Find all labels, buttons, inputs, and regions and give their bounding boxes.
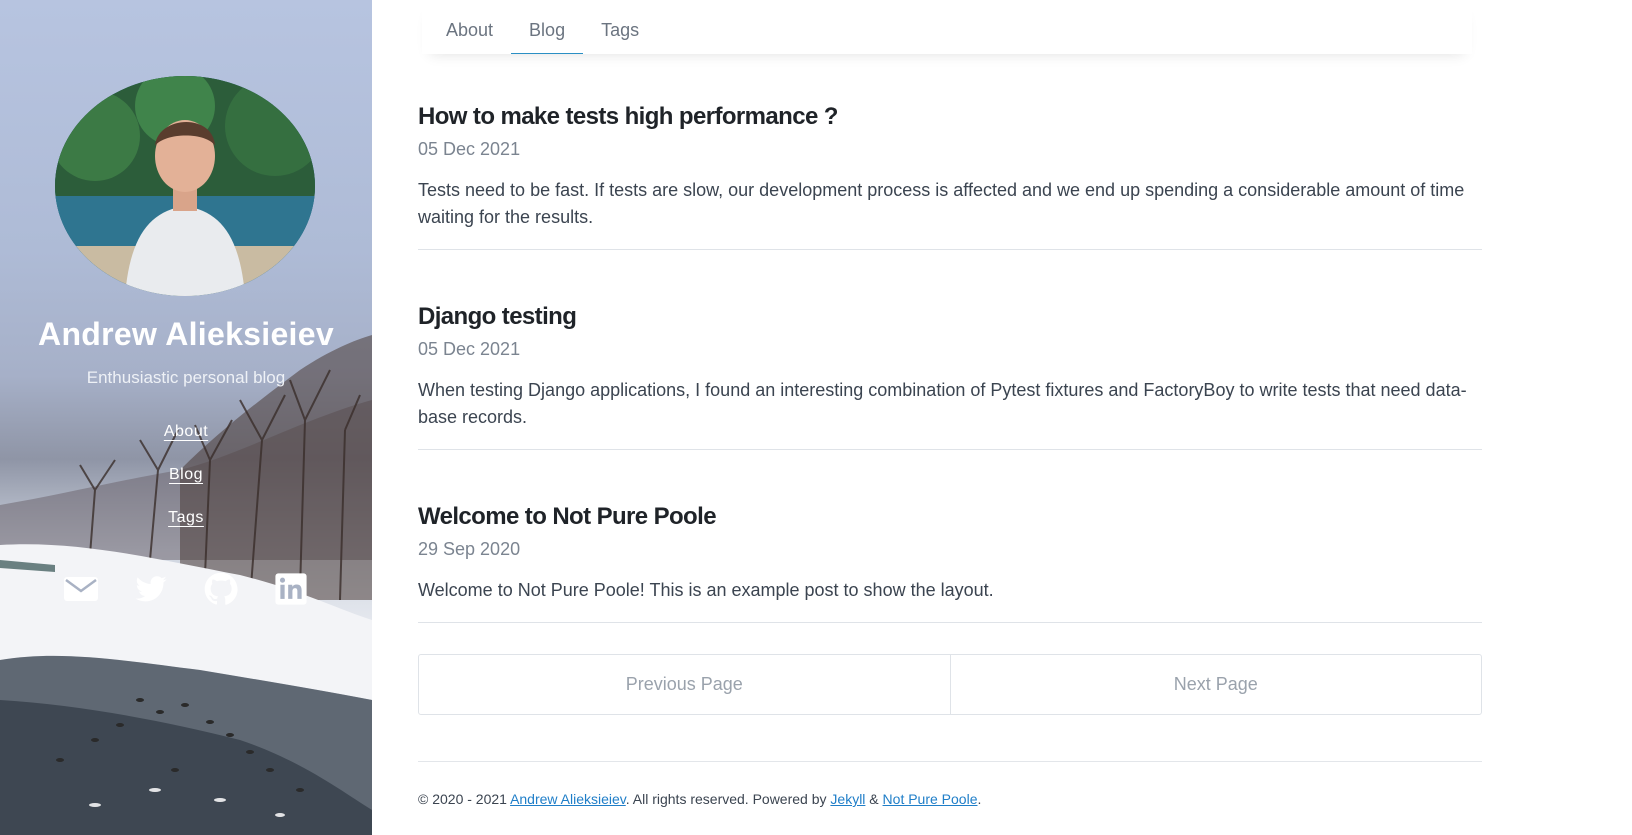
tab-blog[interactable]: Blog bbox=[511, 0, 584, 54]
tab-tags[interactable]: Tags bbox=[583, 0, 657, 54]
github-icon[interactable] bbox=[202, 572, 240, 606]
pagination: Previous Page Next Page bbox=[418, 654, 1482, 715]
footer-amp: & bbox=[865, 791, 883, 807]
footer-jekyll-link[interactable]: Jekyll bbox=[830, 791, 865, 807]
next-page-button[interactable]: Next Page bbox=[949, 655, 1482, 714]
sidebar-item-blog[interactable]: Blog bbox=[0, 463, 372, 506]
previous-page-button[interactable]: Previous Page bbox=[419, 655, 950, 714]
footer-end: . bbox=[977, 791, 982, 807]
footer-divider bbox=[418, 761, 1482, 762]
footer-author-link[interactable]: Andrew Alieksieiev bbox=[510, 791, 626, 807]
avatar bbox=[55, 76, 315, 296]
sidebar-nav: About Blog Tags bbox=[0, 420, 372, 549]
site-tagline: Enthusiastic personal blog bbox=[86, 368, 286, 387]
sidebar: Andrew Alieksieiev Enthusiastic personal… bbox=[0, 0, 372, 835]
sidebar-item-tags[interactable]: Tags bbox=[0, 506, 372, 549]
main-content: About Blog Tags How to make tests high p… bbox=[372, 0, 1632, 835]
linkedin-icon[interactable] bbox=[272, 572, 310, 606]
post-excerpt: Tests need to be fast. If tests are slow… bbox=[418, 180, 1465, 227]
post-item: Django testing 05 Dec 2021 When testing … bbox=[418, 300, 1482, 450]
post-date: 05 Dec 2021 bbox=[418, 339, 521, 359]
footer-text: . All rights reserved. Powered by bbox=[625, 791, 831, 807]
site-title[interactable]: Andrew Alieksieiev bbox=[0, 316, 372, 353]
post-excerpt: When testing Django applications, I foun… bbox=[418, 380, 1467, 427]
email-icon[interactable] bbox=[62, 572, 100, 606]
footer-theme-link[interactable]: Not Pure Poole bbox=[883, 791, 978, 807]
sidebar-item-about[interactable]: About bbox=[0, 420, 372, 463]
post-item: How to make tests high performance ? 05 … bbox=[418, 100, 1482, 250]
social-links bbox=[0, 572, 372, 606]
post-date: 29 Sep 2020 bbox=[418, 539, 521, 559]
profile-photo bbox=[55, 76, 315, 296]
post-title-link[interactable]: Django testing bbox=[418, 300, 1482, 334]
tab-about[interactable]: About bbox=[428, 0, 511, 54]
post-item: Welcome to Not Pure Poole 29 Sep 2020 We… bbox=[418, 500, 1482, 623]
footer: © 2020 - 2021 Andrew Alieksieiev. All ri… bbox=[418, 791, 981, 807]
post-title-link[interactable]: How to make tests high performance ? bbox=[418, 100, 1482, 134]
post-title-link[interactable]: Welcome to Not Pure Poole bbox=[418, 500, 1482, 534]
top-nav: About Blog Tags bbox=[422, 0, 1472, 54]
footer-copyright: © 2020 - 2021 bbox=[418, 791, 511, 807]
post-excerpt: Welcome to Not Pure Poole! This is an ex… bbox=[418, 580, 994, 600]
post-date: 05 Dec 2021 bbox=[418, 139, 521, 159]
post-list: How to make tests high performance ? 05 … bbox=[418, 100, 1482, 673]
twitter-icon[interactable] bbox=[132, 572, 170, 606]
